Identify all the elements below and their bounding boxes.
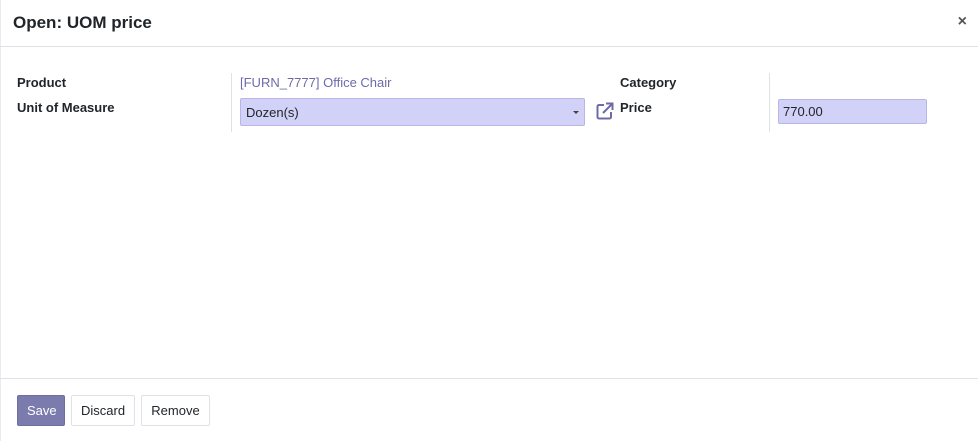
dialog-header: Open: UOM price × bbox=[0, 0, 978, 47]
price-label: Price bbox=[620, 100, 652, 115]
uom-price-dialog: Open: UOM price × Product Unit of Measur… bbox=[0, 0, 978, 441]
save-button[interactable]: Save bbox=[17, 395, 65, 426]
close-button[interactable]: × bbox=[958, 12, 967, 32]
label-divider-left bbox=[231, 73, 232, 132]
external-link-icon[interactable] bbox=[595, 101, 615, 121]
dialog-footer: Save Discard Remove bbox=[0, 378, 978, 441]
category-label: Category bbox=[620, 75, 677, 90]
uom-label: Unit of Measure bbox=[17, 100, 115, 115]
dialog-title: Open: UOM price bbox=[13, 13, 152, 32]
label-divider-right bbox=[769, 73, 770, 132]
uom-select[interactable]: Dozen(s) bbox=[240, 98, 585, 126]
product-label: Product bbox=[17, 75, 67, 90]
product-link[interactable]: [FURN_7777] Office Chair bbox=[240, 74, 392, 92]
dialog-body: Product Unit of Measure [FURN_7777] Offi… bbox=[0, 48, 978, 378]
price-input[interactable] bbox=[778, 99, 927, 124]
uom-select-value: Dozen(s) bbox=[246, 105, 299, 120]
remove-button[interactable]: Remove bbox=[141, 395, 210, 426]
discard-button[interactable]: Discard bbox=[71, 395, 135, 426]
chevron-down-icon bbox=[573, 111, 579, 114]
